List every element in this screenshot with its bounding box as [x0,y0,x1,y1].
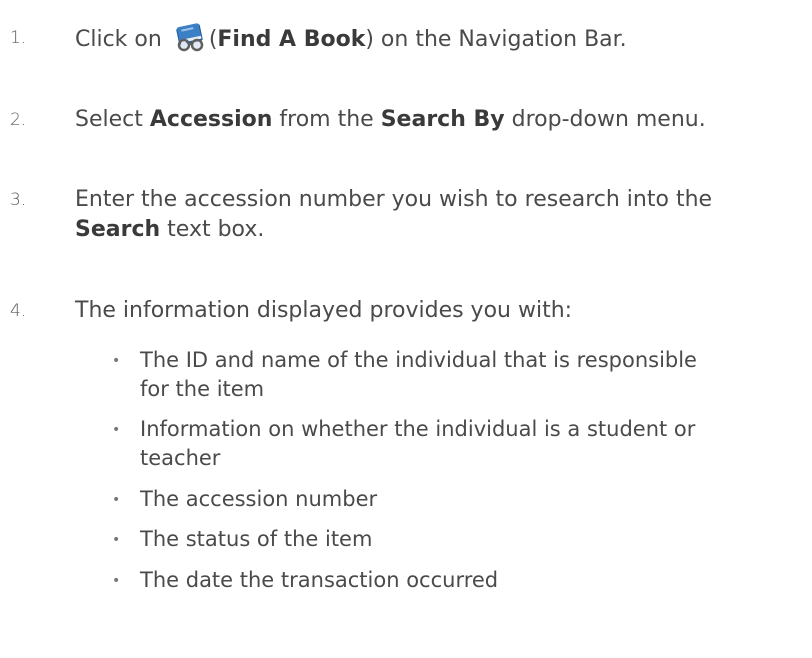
step-text-before: Click on [75,27,169,52]
bullet-glyph: • [112,573,121,589]
search-label: Search [75,217,161,242]
bullet-text-line1: The ID and name of the individual that i… [140,348,697,372]
bullet-text-line1: The accession number [140,487,378,511]
step-text-line1: Enter the accession number you wish to r… [75,187,713,212]
bullet-text-line2: teacher [140,446,221,470]
step-text-rest: text box. [160,217,265,242]
bullet-glyph: • [112,492,121,508]
step-number: 3. [10,190,27,210]
step-text-after: ) on the Navigation Bar. [365,27,627,52]
bullet-glyph: • [112,532,121,548]
step-3: 3. Enter the accession number you wish t… [0,184,812,254]
bullet-text-line1: The date the transaction occurred [140,568,499,592]
bullet-glyph: • [112,422,121,438]
step-number: 4. [10,301,27,321]
find-a-book-icon [173,22,207,52]
step-number: 1. [10,28,27,48]
step-text: The information displayed provides you w… [75,298,573,323]
step-2: 2. Select Accession from the Search By d… [0,104,812,144]
accession-label: Accession [149,107,273,132]
bullet-text-line1: The status of the item [140,527,373,551]
step-text-pre: Select [75,107,150,132]
step-text-line2: Search text box. [75,214,264,245]
step-1: 1. Click on (Find A Book) on the Navigat… [0,18,812,58]
bullet-glyph: • [112,353,121,369]
step-text-post: drop-down menu. [504,107,706,132]
step-text: Select Accession from the Search By drop… [75,104,706,135]
step-4: 4. The information displayed provides yo… [0,295,812,335]
step-text: Click on (Find A Book) on the Navigation… [75,22,627,55]
bullet-text-line1: Information on whether the individual is… [140,417,696,441]
find-a-book-label: Find A Book [217,27,366,52]
step-text-mid: from the [272,107,381,132]
bullet-text-line2: for the item [140,377,265,401]
step-number: 2. [10,110,27,130]
search-by-label: Search By [380,107,505,132]
